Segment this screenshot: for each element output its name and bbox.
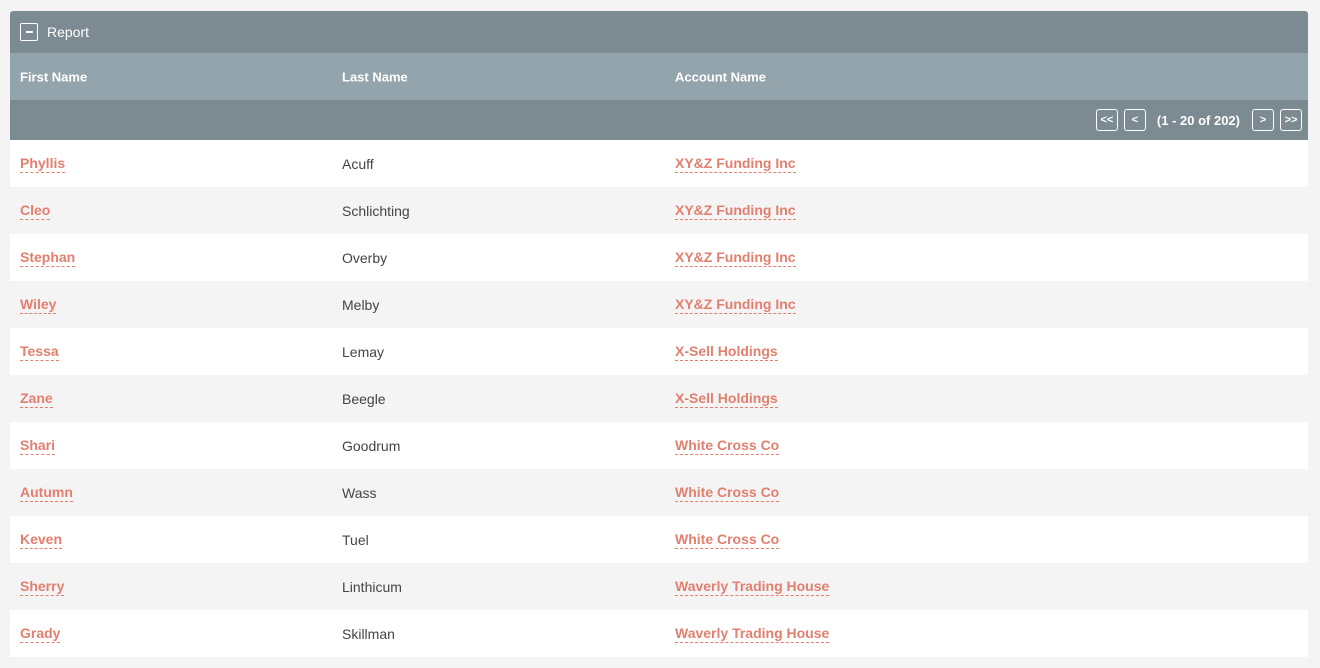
table-row: Cleo Schlichting XY&Z Funding Inc (10, 187, 1308, 234)
pagination-count: (1 - 20 of 202) (1156, 112, 1240, 128)
last-page-button[interactable]: >> (1280, 109, 1302, 131)
table-row: Shari Goodrum White Cross Co (10, 422, 1308, 469)
previous-page-button[interactable]: < (1123, 109, 1146, 131)
first-name-link[interactable]: Cleo (20, 202, 51, 220)
last-name-cell: Overby (342, 249, 388, 266)
last-name-cell: Linthicum (342, 578, 402, 595)
first-name-link[interactable]: Wiley (20, 296, 57, 314)
last-name-cell: Melby (342, 296, 380, 313)
first-name-link[interactable]: Tessa (20, 343, 59, 361)
collapse-toggle-button[interactable] (20, 23, 38, 41)
column-header-account-name[interactable]: Account Name (675, 69, 766, 84)
pagination-bar: << < (1 - 20 of 202) > >> (10, 100, 1308, 140)
report-panel: Report First Name Last Name Account Name… (10, 11, 1308, 657)
account-name-link[interactable]: White Cross Co (675, 484, 780, 502)
panel-header: Report (10, 11, 1308, 53)
first-name-link[interactable]: Autumn (20, 484, 73, 502)
account-name-link[interactable]: Waverly Trading House (675, 578, 830, 596)
last-name-cell: Lemay (342, 343, 385, 360)
account-name-link[interactable]: XY&Z Funding Inc (675, 202, 796, 220)
account-name-link[interactable]: X-Sell Holdings (675, 390, 778, 408)
table-row: Tessa Lemay X-Sell Holdings (10, 328, 1308, 375)
account-name-link[interactable]: White Cross Co (675, 531, 780, 549)
last-name-cell: Goodrum (342, 437, 401, 454)
table-row: Stephan Overby XY&Z Funding Inc (10, 234, 1308, 281)
account-name-link[interactable]: X-Sell Holdings (675, 343, 778, 361)
account-name-link[interactable]: XY&Z Funding Inc (675, 249, 796, 267)
last-name-cell: Wass (342, 484, 377, 501)
last-name-cell: Schlichting (342, 202, 410, 219)
last-name-cell: Beegle (342, 390, 386, 407)
account-name-link[interactable]: White Cross Co (675, 437, 780, 455)
first-name-link[interactable]: Keven (20, 531, 63, 549)
first-name-link[interactable]: Grady (20, 625, 61, 643)
account-name-link[interactable]: XY&Z Funding Inc (675, 296, 796, 314)
next-page-button[interactable]: > (1252, 109, 1274, 131)
table-row: Autumn Wass White Cross Co (10, 469, 1308, 516)
last-name-cell: Acuff (342, 155, 374, 172)
account-name-link[interactable]: XY&Z Funding Inc (675, 155, 796, 173)
table-row: Grady Skillman Waverly Trading House (10, 610, 1308, 657)
column-header-row: First Name Last Name Account Name (10, 53, 1308, 100)
table-row: Phyllis Acuff XY&Z Funding Inc (10, 140, 1308, 187)
first-page-button[interactable]: << (1095, 109, 1118, 131)
table-row: Keven Tuel White Cross Co (10, 516, 1308, 563)
last-name-cell: Tuel (342, 531, 369, 548)
table-row: Sherry Linthicum Waverly Trading House (10, 563, 1308, 610)
first-name-link[interactable]: Stephan (20, 249, 76, 267)
last-name-cell: Skillman (342, 625, 395, 642)
first-name-link[interactable]: Sherry (20, 578, 65, 596)
panel-title: Report (47, 24, 90, 40)
table-row: Zane Beegle X-Sell Holdings (10, 375, 1308, 422)
table-row: Wiley Melby XY&Z Funding Inc (10, 281, 1308, 328)
minus-icon (25, 31, 33, 33)
column-header-first-name[interactable]: First Name (20, 69, 87, 84)
report-table-body: Phyllis Acuff XY&Z Funding Inc Cleo Schl… (10, 140, 1308, 657)
first-name-link[interactable]: Zane (20, 390, 53, 408)
column-header-last-name[interactable]: Last Name (342, 69, 408, 84)
account-name-link[interactable]: Waverly Trading House (675, 625, 830, 643)
first-name-link[interactable]: Phyllis (20, 155, 66, 173)
first-name-link[interactable]: Shari (20, 437, 56, 455)
